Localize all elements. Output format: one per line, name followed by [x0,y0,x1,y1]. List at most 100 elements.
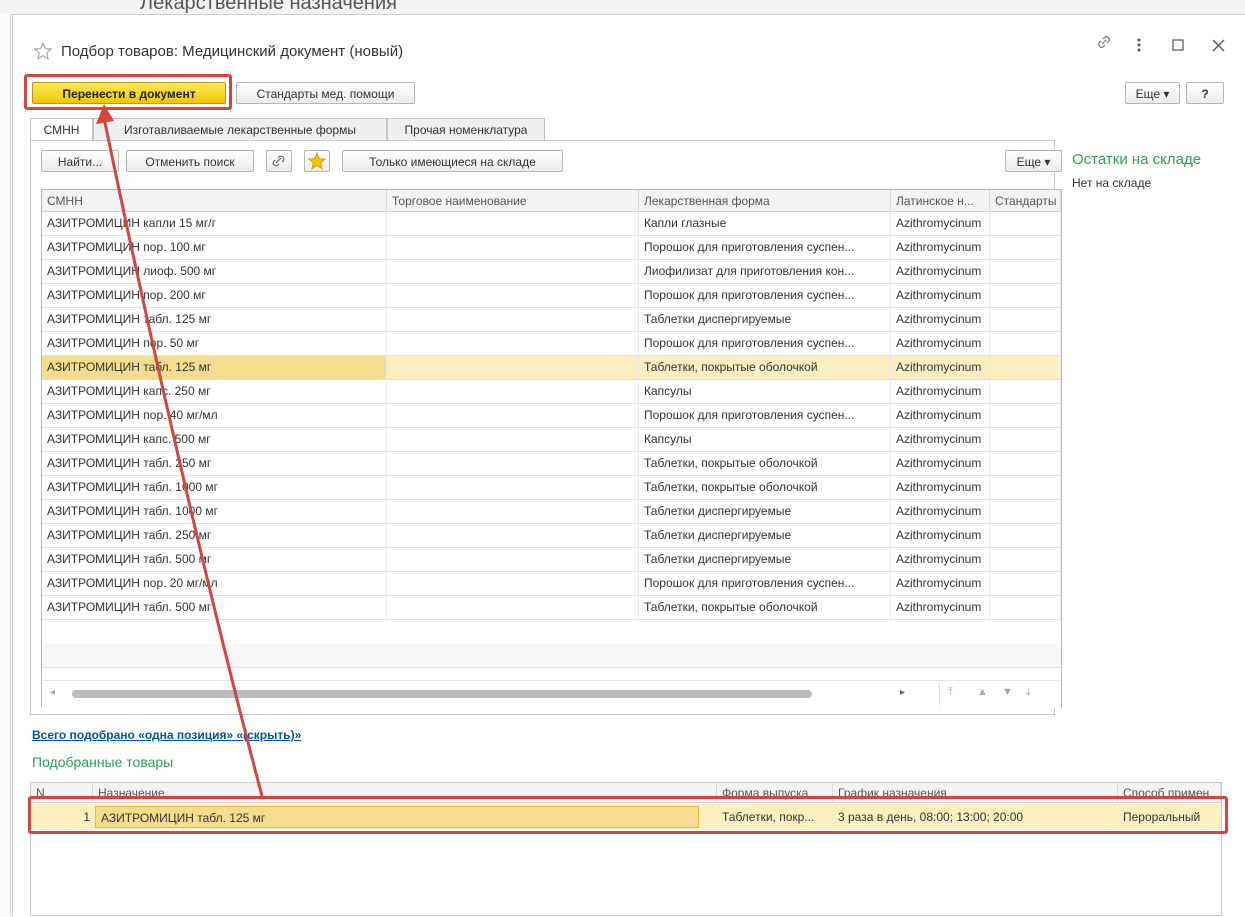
cell-latin-name[interactable]: Azithromycinum [891,380,990,403]
only-in-stock-toggle[interactable]: Только имеющиеся на складе [342,150,563,172]
cell-smnn[interactable]: АЗИТРОМИЦИН пор. 20 мг/мл [42,572,387,595]
horizontal-scrollbar[interactable]: ◂ ▸ ⤒ ▲ ▼ ⤓ [42,680,1061,708]
cell-standards[interactable] [990,380,1061,403]
cell-dosage-form[interactable]: Таблетки диспергируемые [639,548,891,571]
cell-trade-name[interactable] [387,476,639,499]
table-row[interactable]: АЗИТРОМИЦИН пор. 100 мг Порошок для приго… [42,236,1061,260]
table-row[interactable]: АЗИТРОМИЦИН табл. 1000 мг Таблетки, покры… [42,476,1061,500]
cell-dosage-form[interactable]: Таблетки диспергируемые [639,500,891,523]
cell-dosage-form[interactable]: Лиофилизат для приготовления кон... [639,260,891,283]
cell-dosage-form[interactable]: Порошок для приготовления суспен... [639,572,891,595]
link-search-icon[interactable] [266,150,292,172]
next-row-icon[interactable]: ▼ [1002,686,1013,698]
scrollbar-thumb[interactable] [72,690,812,698]
cell-smnn[interactable]: АЗИТРОМИЦИН пор. 40 мг/мл [42,404,387,427]
cell-dosage-form[interactable]: Порошок для приготовления суспен... [639,404,891,427]
cell-trade-name[interactable] [387,332,639,355]
cell-standards[interactable] [990,596,1061,619]
cell-trade-name[interactable] [387,212,639,235]
cell-trade-name[interactable] [387,308,639,331]
cell-dosage-form[interactable]: Порошок для приготовления суспен... [639,284,891,307]
help-button[interactable]: ? [1186,82,1224,104]
cell-dosage-form[interactable]: Капли глазные [639,212,891,235]
cell-standards[interactable] [990,428,1061,451]
column-header[interactable]: Стандарты [990,190,1061,212]
cell-dosage-form[interactable]: Таблетки, покрытые оболочкой [639,452,891,475]
table-row[interactable]: АЗИТРОМИЦИН табл. 500 мг Таблетки дисперг… [42,548,1061,572]
cell-smnn[interactable]: АЗИТРОМИЦИН капс. 500 мг [42,428,387,451]
cell-trade-name[interactable] [387,596,639,619]
more-button[interactable]: Еще ▾ [1125,82,1180,104]
column-header[interactable]: Латинское н... [891,190,990,212]
cell-smnn[interactable]: АЗИТРОМИЦИН табл. 1000 мг [42,476,387,499]
cell-trade-name[interactable] [387,428,639,451]
cell-smnn[interactable]: АЗИТРОМИЦИН табл. 1000 мг [42,500,387,523]
table-more-button[interactable]: Еще ▾ [1005,150,1062,172]
cell-standards[interactable] [990,500,1061,523]
cell-trade-name[interactable] [387,548,639,571]
cell-trade-name[interactable] [387,284,639,307]
cell-latin-name[interactable]: Azithromycinum [891,212,990,235]
cancel-search-button[interactable]: Отменить поиск [126,150,254,172]
cell-smnn[interactable]: АЗИТРОМИЦИН лиоф. 500 мг [42,260,387,283]
cell-smnn[interactable]: АЗИТРОМИЦИН табл. 125 мг [42,356,387,379]
find-button[interactable]: Найти... [41,150,119,172]
cell-latin-name[interactable]: Azithromycinum [891,308,990,331]
standards-button[interactable]: Стандарты мед. помощи [236,82,415,104]
cell-dosage-form[interactable]: Порошок для приготовления суспен... [639,332,891,355]
cell-standards[interactable] [990,548,1061,571]
prev-row-icon[interactable]: ▲ [977,686,988,698]
column-header[interactable]: Лекарственная форма [639,190,891,212]
column-header[interactable]: СМНН [42,190,387,212]
cell-latin-name[interactable]: Azithromycinum [891,284,990,307]
cell-smnn[interactable]: АЗИТРОМИЦИН пор. 100 мг [42,236,387,259]
cell-standards[interactable] [990,476,1061,499]
maximize-icon[interactable] [1172,39,1184,51]
tab-smnn[interactable]: СМНН [30,118,93,142]
cell-latin-name[interactable]: Azithromycinum [891,236,990,259]
cell-dosage-form[interactable]: Капсулы [639,428,891,451]
link-icon[interactable] [1095,33,1113,51]
cell-standards[interactable] [990,452,1061,475]
cell-smnn[interactable]: АЗИТРОМИЦИН табл. 250 мг [42,524,387,547]
cell-standards[interactable] [990,404,1061,427]
cell-latin-name[interactable]: Azithromycinum [891,332,990,355]
cell-smnn[interactable]: АЗИТРОМИЦИН капли 15 мг/г [42,212,387,235]
cell-trade-name[interactable] [387,452,639,475]
table-row[interactable]: АЗИТРОМИЦИН лиоф. 500 мг Лиофилизат для п… [42,260,1061,284]
table-row[interactable]: АЗИТРОМИЦИН капли 15 мг/г Капли глазные Az… [42,212,1061,236]
cell-standards[interactable] [990,524,1061,547]
column-header[interactable]: Торговое наименование [387,190,639,212]
cell-latin-name[interactable]: Azithromycinum [891,572,990,595]
cell-standards[interactable] [990,332,1061,355]
cell-smnn[interactable]: АЗИТРОМИЦИН табл. 125 мг [42,308,387,331]
cell-trade-name[interactable] [387,356,639,379]
table-row[interactable]: АЗИТРОМИЦИН табл. 500 мг Таблетки, покрыт… [42,596,1061,620]
table-row[interactable]: АЗИТРОМИЦИН пор. 40 мг/мл Порошок для при… [42,404,1061,428]
scroll-left-icon[interactable]: ◂ [50,687,55,698]
cell-dosage-form[interactable]: Капсулы [639,380,891,403]
cell-standards[interactable] [990,236,1061,259]
close-icon[interactable] [1212,39,1225,52]
cell-latin-name[interactable]: Azithromycinum [891,548,990,571]
cell-dosage-form[interactable]: Порошок для приготовления суспен... [639,236,891,259]
last-row-icon[interactable]: ⤓ [1026,686,1031,699]
cell-dosage-form[interactable]: Таблетки, покрытые оболочкой [639,476,891,499]
table-row[interactable]: АЗИТРОМИЦИН табл. 125 мг Таблетки, покрыт… [42,356,1061,380]
more-vertical-icon[interactable] [1135,37,1143,53]
cell-smnn[interactable]: АЗИТРОМИЦИН табл. 250 мг [42,452,387,475]
selected-summary-link[interactable]: Всего подобрано «одна позиция» «(скрыть)… [32,728,301,742]
table-row[interactable]: АЗИТРОМИЦИН пор. 200 мг Порошок для приго… [42,284,1061,308]
table-row[interactable]: АЗИТРОМИЦИН табл. 125 мг Таблетки дисперг… [42,308,1061,332]
cell-standards[interactable] [990,284,1061,307]
cell-latin-name[interactable]: Azithromycinum [891,596,990,619]
cell-standards[interactable] [990,212,1061,235]
cell-latin-name[interactable]: Azithromycinum [891,404,990,427]
star-outline-icon[interactable] [34,42,52,60]
cell-smnn[interactable]: АЗИТРОМИЦИН пор. 50 мг [42,332,387,355]
scroll-right-icon[interactable]: ▸ [900,687,905,698]
cell-standards[interactable] [990,260,1061,283]
cell-trade-name[interactable] [387,500,639,523]
table-row[interactable]: АЗИТРОМИЦИН табл. 250 мг Таблетки, покрыт… [42,452,1061,476]
table-row[interactable]: АЗИТРОМИЦИН пор. 20 мг/мл Порошок для при… [42,572,1061,596]
